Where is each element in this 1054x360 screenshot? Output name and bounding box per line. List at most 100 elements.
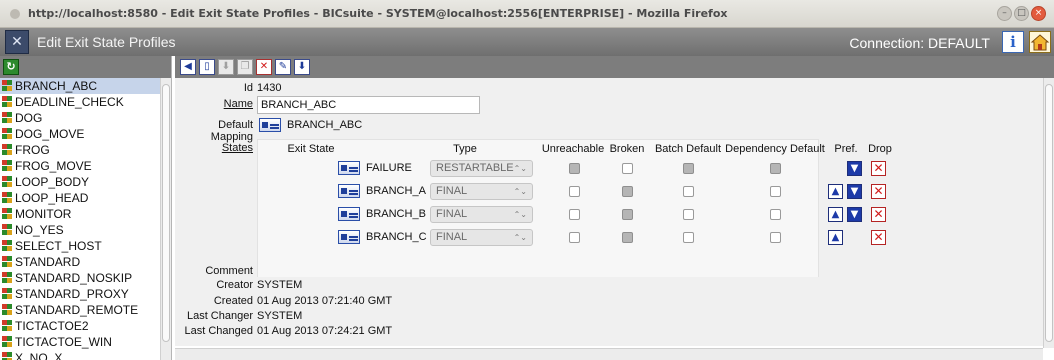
batch-default-checkbox[interactable] (683, 209, 694, 220)
unreachable-checkbox[interactable] (569, 186, 580, 197)
info-icon[interactable]: i (1002, 31, 1024, 53)
detail-vscrollbar-thumb[interactable] (1045, 84, 1053, 342)
exit-state-profile-icon (2, 352, 12, 360)
app-logo-icon: ✕ (5, 30, 29, 54)
drop-icon[interactable]: ✕ (871, 184, 886, 199)
batch-default-checkbox[interactable] (683, 232, 694, 243)
list-item-label: DEADLINE_CHECK (15, 95, 124, 109)
list-item[interactable]: SELECT_HOST (0, 238, 160, 254)
list-item[interactable]: STANDARD_NOSKIP (0, 270, 160, 286)
list-item[interactable]: NO_YES (0, 222, 160, 238)
default-mapping-value[interactable]: BRANCH_ABC (287, 119, 362, 131)
copy-icon[interactable]: ❐ (237, 59, 253, 75)
broken-checkbox[interactable] (622, 163, 633, 174)
batch-default-checkbox[interactable] (683, 186, 694, 197)
list-item[interactable]: TICTACTOE2 (0, 318, 160, 334)
type-select[interactable]: FINAL ⌃⌄ (430, 183, 533, 200)
list-item[interactable]: DOG (0, 110, 160, 126)
unreachable-checkbox[interactable] (569, 163, 580, 174)
exit-state-icon[interactable] (338, 207, 360, 221)
list-item[interactable]: STANDARD_PROXY (0, 286, 160, 302)
list-scrollbar[interactable] (160, 78, 171, 360)
move-down-icon[interactable]: ▼ (847, 207, 862, 222)
dependency-default-checkbox[interactable] (770, 232, 781, 243)
list-item-label: TICTACTOE_WIN (15, 335, 112, 349)
type-select[interactable]: RESTARTABLE ⌃⌄ (430, 160, 533, 177)
exit-state-profile-icon (2, 304, 12, 316)
states-label[interactable]: States (205, 142, 253, 154)
detail-vscrollbar[interactable] (1043, 78, 1054, 348)
new-icon[interactable]: ▯ (199, 59, 215, 75)
list-item[interactable]: FROG_MOVE (0, 158, 160, 174)
edit-icon[interactable]: ✎ (275, 59, 291, 75)
list-item[interactable]: DOG_MOVE (0, 126, 160, 142)
list-item-label: STANDARD_NOSKIP (15, 271, 133, 285)
maximize-icon[interactable]: □ (1014, 6, 1029, 21)
list-item[interactable]: X_NO_X (0, 350, 160, 360)
drop-icon[interactable]: ✕ (871, 230, 886, 245)
exit-state-profile-icon (2, 96, 12, 108)
refresh-icon[interactable]: ↻ (3, 59, 19, 75)
list-item[interactable]: DEADLINE_CHECK (0, 94, 160, 110)
unreachable-checkbox[interactable] (569, 232, 580, 243)
list-item[interactable]: STANDARD (0, 254, 160, 270)
list-item-label: DOG (15, 111, 43, 125)
minimize-icon[interactable]: – (997, 6, 1012, 21)
exit-state-icon[interactable] (338, 161, 360, 175)
name-field[interactable]: BRANCH_ABC (257, 96, 480, 114)
exit-state-name: FAILURE (366, 162, 412, 174)
move-up-icon[interactable]: ▲ (828, 184, 843, 199)
list-item[interactable]: MONITOR (0, 206, 160, 222)
default-mapping-label: Default Mapping (210, 119, 253, 143)
exit-state-profile-icon (2, 160, 12, 172)
col-pref: Pref. (834, 143, 858, 155)
move-down-icon[interactable]: ▼ (847, 161, 862, 176)
unreachable-checkbox[interactable] (569, 209, 580, 220)
move-up-icon[interactable]: ▲ (828, 230, 843, 245)
back-icon[interactable]: ◀ (180, 59, 196, 75)
list-item[interactable]: TICTACTOE_WIN (0, 334, 160, 350)
mapping-icon[interactable] (259, 118, 281, 132)
dependency-default-checkbox[interactable] (770, 163, 781, 174)
type-select[interactable]: FINAL ⌃⌄ (430, 206, 533, 223)
list-scrollbar-thumb[interactable] (162, 84, 170, 342)
dependency-default-checkbox[interactable] (770, 186, 781, 197)
close-icon[interactable]: × (1031, 6, 1046, 21)
drop-icon[interactable]: ✕ (871, 207, 886, 222)
exit-state-icon[interactable] (338, 230, 360, 244)
list-item[interactable]: LOOP_BODY (0, 174, 160, 190)
broken-checkbox[interactable] (622, 209, 633, 220)
list-item-label: STANDARD (15, 255, 81, 269)
list-item-label: FROG_MOVE (15, 159, 92, 173)
list-item[interactable]: STANDARD_REMOTE (0, 302, 160, 318)
home-icon[interactable] (1029, 31, 1051, 53)
type-select[interactable]: FINAL ⌃⌄ (430, 229, 533, 246)
detail-toolbar: ◀ ▯ ⬇ ❐ ✕ ✎ ⬇ (175, 56, 1054, 78)
list-item[interactable]: FROG (0, 142, 160, 158)
delete-icon[interactable]: ✕ (256, 59, 272, 75)
dependency-default-checkbox[interactable] (770, 209, 781, 220)
window-title: http://localhost:8580 - Edit Exit State … (28, 7, 728, 20)
move-down-icon[interactable]: ▼ (847, 184, 862, 199)
detail-hscrollbar[interactable] (175, 348, 1043, 360)
list-item-label: LOOP_HEAD (15, 191, 89, 205)
exit-state-name: BRANCH_B (366, 208, 426, 220)
drop-icon[interactable]: ✕ (871, 161, 886, 176)
list-item[interactable]: LOOP_HEAD (0, 190, 160, 206)
last-changer-value: SYSTEM (257, 310, 303, 322)
broken-checkbox[interactable] (622, 232, 633, 243)
save-icon[interactable]: ⬇ (218, 59, 234, 75)
window-menu-icon[interactable] (10, 8, 20, 19)
list-item[interactable]: BRANCH_ABC (0, 78, 160, 94)
broken-checkbox[interactable] (622, 186, 633, 197)
list-toolbar: ↻ (0, 56, 171, 78)
list-item-label: STANDARD_PROXY (15, 287, 129, 301)
move-up-icon[interactable]: ▲ (828, 207, 843, 222)
name-label[interactable]: Name (205, 98, 253, 110)
download-icon[interactable]: ⬇ (294, 59, 310, 75)
exit-state-icon[interactable] (338, 184, 360, 198)
list-item-label: STANDARD_REMOTE (15, 303, 139, 317)
batch-default-checkbox[interactable] (683, 163, 694, 174)
exit-state-profile-icon (2, 288, 12, 300)
chevron-updown-icon: ⌃⌄ (513, 164, 527, 173)
